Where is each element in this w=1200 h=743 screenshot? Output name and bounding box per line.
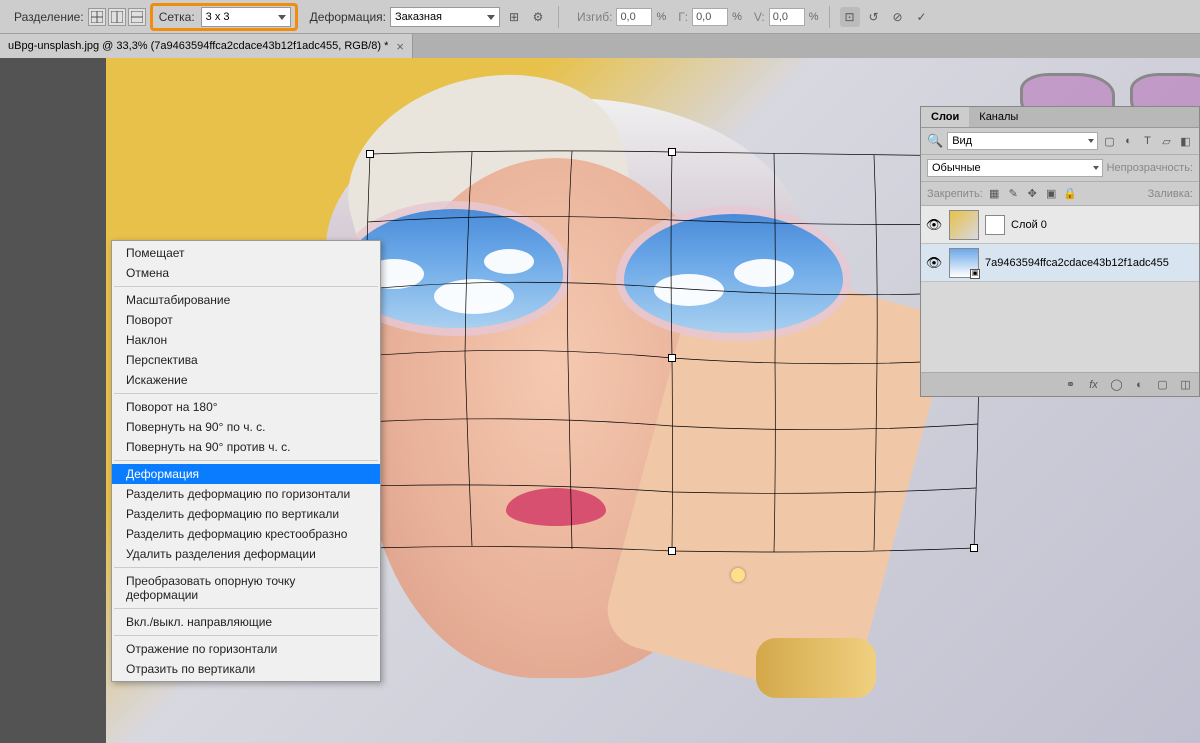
- menu-item[interactable]: Поворот: [112, 310, 380, 330]
- fx-icon[interactable]: fx: [1086, 377, 1101, 392]
- v-input[interactable]: [769, 8, 805, 26]
- split-cross-icon[interactable]: [88, 8, 106, 26]
- fill-label: Заливка:: [1148, 188, 1193, 200]
- grid-label: Сетка:: [159, 10, 195, 24]
- warp-handle[interactable]: [970, 544, 978, 552]
- v-label: V:: [754, 10, 765, 24]
- layer-thumbnail[interactable]: [949, 210, 979, 240]
- menu-item[interactable]: Отражение по горизонтали: [112, 639, 380, 659]
- link-layers-icon[interactable]: ⚭: [1063, 377, 1078, 392]
- h-input[interactable]: [692, 8, 728, 26]
- new-layer-icon[interactable]: ◫: [1178, 377, 1193, 392]
- menu-item[interactable]: Разделить деформацию по горизонтали: [112, 484, 380, 504]
- bend-label: Изгиб:: [577, 10, 612, 24]
- menu-item[interactable]: Искажение: [112, 370, 380, 390]
- lock-brush-icon[interactable]: ✎: [1006, 186, 1021, 201]
- split-horiz-icon[interactable]: [128, 8, 146, 26]
- filter-shape-icon[interactable]: ▱: [1159, 134, 1174, 149]
- tab-channels[interactable]: Каналы: [969, 107, 1028, 127]
- warp-handle[interactable]: [366, 150, 374, 158]
- split-vert-icon[interactable]: [108, 8, 126, 26]
- layer-name[interactable]: Слой 0: [1011, 219, 1195, 231]
- group-icon[interactable]: ▢: [1155, 377, 1170, 392]
- document-tab-bar: uBpg-unsplash.jpg @ 33,3% (7a9463594ffca…: [0, 34, 1200, 58]
- menu-item[interactable]: Деформация: [112, 464, 380, 484]
- menu-item[interactable]: Отразить по вертикали: [112, 659, 380, 679]
- warp-handle[interactable]: [668, 354, 676, 362]
- menu-item[interactable]: Помещает: [112, 243, 380, 263]
- layer-mask-thumbnail[interactable]: [985, 215, 1005, 235]
- menu-item[interactable]: Масштабирование: [112, 290, 380, 310]
- blend-mode-dropdown[interactable]: Обычные: [927, 159, 1103, 177]
- menu-item[interactable]: Вкл./выкл. направляющие: [112, 612, 380, 632]
- lock-pixels-icon[interactable]: ▦: [987, 186, 1002, 201]
- sunglasses-overlay: [336, 201, 876, 341]
- reset-icon[interactable]: ↺: [864, 7, 884, 27]
- lock-artboard-icon[interactable]: ▣: [1044, 186, 1059, 201]
- menu-item[interactable]: Отмена: [112, 263, 380, 283]
- lock-label: Закрепить:: [927, 188, 983, 200]
- layers-panel: Слои Каналы 🔍 Вид ▢ ◐ T ▱ ◧ Обычные Непр…: [920, 106, 1200, 397]
- layer-filter-kind[interactable]: Вид: [947, 132, 1098, 150]
- close-tab-icon[interactable]: ×: [396, 39, 404, 54]
- warp-handle[interactable]: [668, 547, 676, 555]
- filter-type-icon[interactable]: T: [1140, 134, 1155, 149]
- layer-thumbnail[interactable]: ▣: [949, 248, 979, 278]
- adjustment-icon[interactable]: ◐: [1132, 377, 1147, 392]
- menu-item[interactable]: Повернуть на 90° против ч. с.: [112, 437, 380, 457]
- tab-layers[interactable]: Слои: [921, 107, 969, 127]
- warp-handle[interactable]: [668, 148, 676, 156]
- lock-position-icon[interactable]: ✥: [1025, 186, 1040, 201]
- filter-adjust-icon[interactable]: ◐: [1121, 134, 1136, 149]
- split-label: Разделение:: [14, 10, 84, 24]
- menu-item[interactable]: Повернуть на 90° по ч. с.: [112, 417, 380, 437]
- options-bar: Разделение: Сетка: 3 x 3 Деформация: Зак…: [0, 0, 1200, 34]
- document-title: uBpg-unsplash.jpg @ 33,3% (7a9463594ffca…: [8, 40, 388, 52]
- grid-dropdown[interactable]: 3 x 3: [201, 7, 291, 27]
- warp-label: Деформация:: [310, 10, 386, 24]
- warp-orientation-icon[interactable]: ⊞: [504, 7, 524, 27]
- commit-icon[interactable]: ✓: [912, 7, 932, 27]
- layer-row[interactable]: 👁 Слой 0: [921, 206, 1199, 244]
- grid-highlight: Сетка: 3 x 3: [150, 3, 298, 31]
- h-label: Г:: [678, 10, 688, 24]
- search-icon[interactable]: 🔍: [927, 133, 943, 149]
- menu-item[interactable]: Поворот на 180°: [112, 397, 380, 417]
- document-tab[interactable]: uBpg-unsplash.jpg @ 33,3% (7a9463594ffca…: [0, 34, 413, 58]
- menu-item[interactable]: Удалить разделения деформации: [112, 544, 380, 564]
- gear-icon[interactable]: ⚙: [528, 7, 548, 27]
- lock-all-icon[interactable]: 🔒: [1063, 186, 1078, 201]
- menu-item[interactable]: Наклон: [112, 330, 380, 350]
- visibility-icon[interactable]: 👁: [925, 217, 943, 233]
- visibility-icon[interactable]: 👁: [925, 255, 943, 271]
- mask-icon[interactable]: ◯: [1109, 377, 1124, 392]
- warp-dropdown[interactable]: Заказная: [390, 7, 500, 27]
- context-menu: ПомещаетОтмена МасштабированиеПоворотНакл…: [111, 240, 381, 682]
- bend-input[interactable]: [616, 8, 652, 26]
- opacity-label: Непрозрачность:: [1107, 162, 1193, 174]
- layer-row[interactable]: 👁 ▣ 7a9463594ffca2cdace43b12f1adc455: [921, 244, 1199, 282]
- menu-item[interactable]: Перспектива: [112, 350, 380, 370]
- layer-name[interactable]: 7a9463594ffca2cdace43b12f1adc455: [985, 257, 1195, 269]
- cancel-icon[interactable]: ⊘: [888, 7, 908, 27]
- menu-item[interactable]: Разделить деформацию крестообразно: [112, 524, 380, 544]
- menu-item[interactable]: Разделить деформацию по вертикали: [112, 504, 380, 524]
- warp-mode-icon[interactable]: ⊡: [840, 7, 860, 27]
- filter-smart-icon[interactable]: ◧: [1178, 134, 1193, 149]
- filter-pixel-icon[interactable]: ▢: [1102, 134, 1117, 149]
- menu-item[interactable]: Преобразовать опорную точку деформации: [112, 571, 380, 605]
